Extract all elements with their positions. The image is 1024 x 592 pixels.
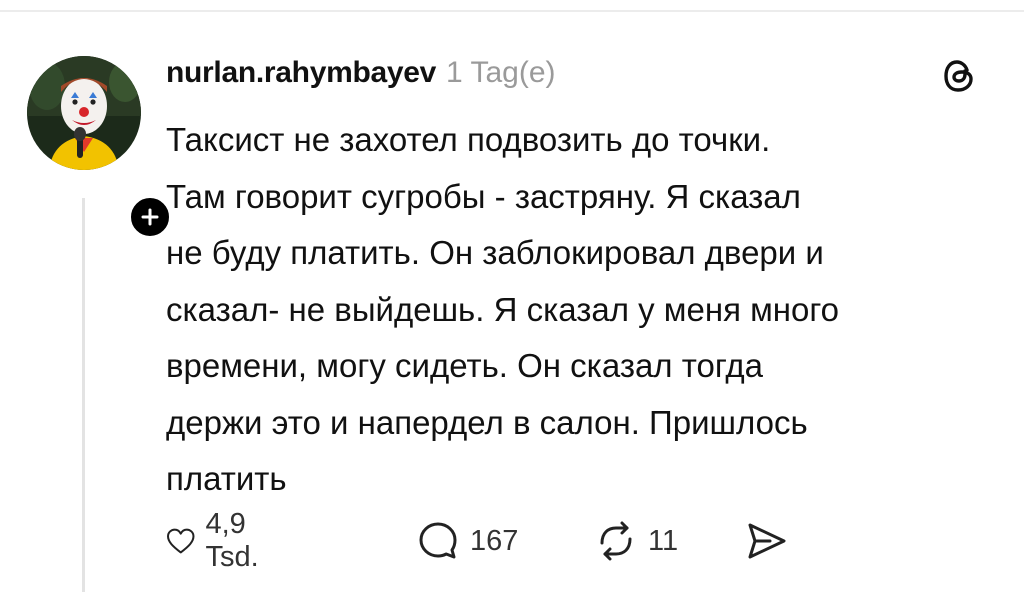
comment-bubble-icon: [419, 522, 457, 559]
clown-avatar: [27, 56, 141, 170]
plus-icon: [141, 208, 159, 226]
threads-logo-icon[interactable]: [941, 58, 977, 94]
author-avatar[interactable]: [27, 56, 173, 240]
heart-icon: [167, 528, 195, 554]
username[interactable]: nurlan.rahymbayev: [166, 56, 436, 90]
send-icon: [748, 523, 786, 559]
repost-button[interactable]: 11: [594, 516, 678, 566]
top-divider: [0, 10, 1024, 12]
repost-icon: [600, 521, 632, 561]
thread-line: [82, 198, 85, 592]
like-button[interactable]: 4,9 Tsd.: [166, 508, 273, 573]
post-text: Таксист не захотел подвозить до точки. Т…: [166, 121, 840, 497]
reply-count: 167: [470, 524, 519, 557]
repost-count: 11: [648, 524, 679, 557]
reply-button[interactable]: 167: [416, 516, 518, 566]
like-count: 4,9 Tsd.: [205, 508, 259, 573]
share-button[interactable]: [744, 516, 788, 566]
post-header: nurlan.rahymbayev 1 Tag(e): [166, 56, 556, 96]
post-time: 1 Tag(e): [446, 56, 556, 89]
